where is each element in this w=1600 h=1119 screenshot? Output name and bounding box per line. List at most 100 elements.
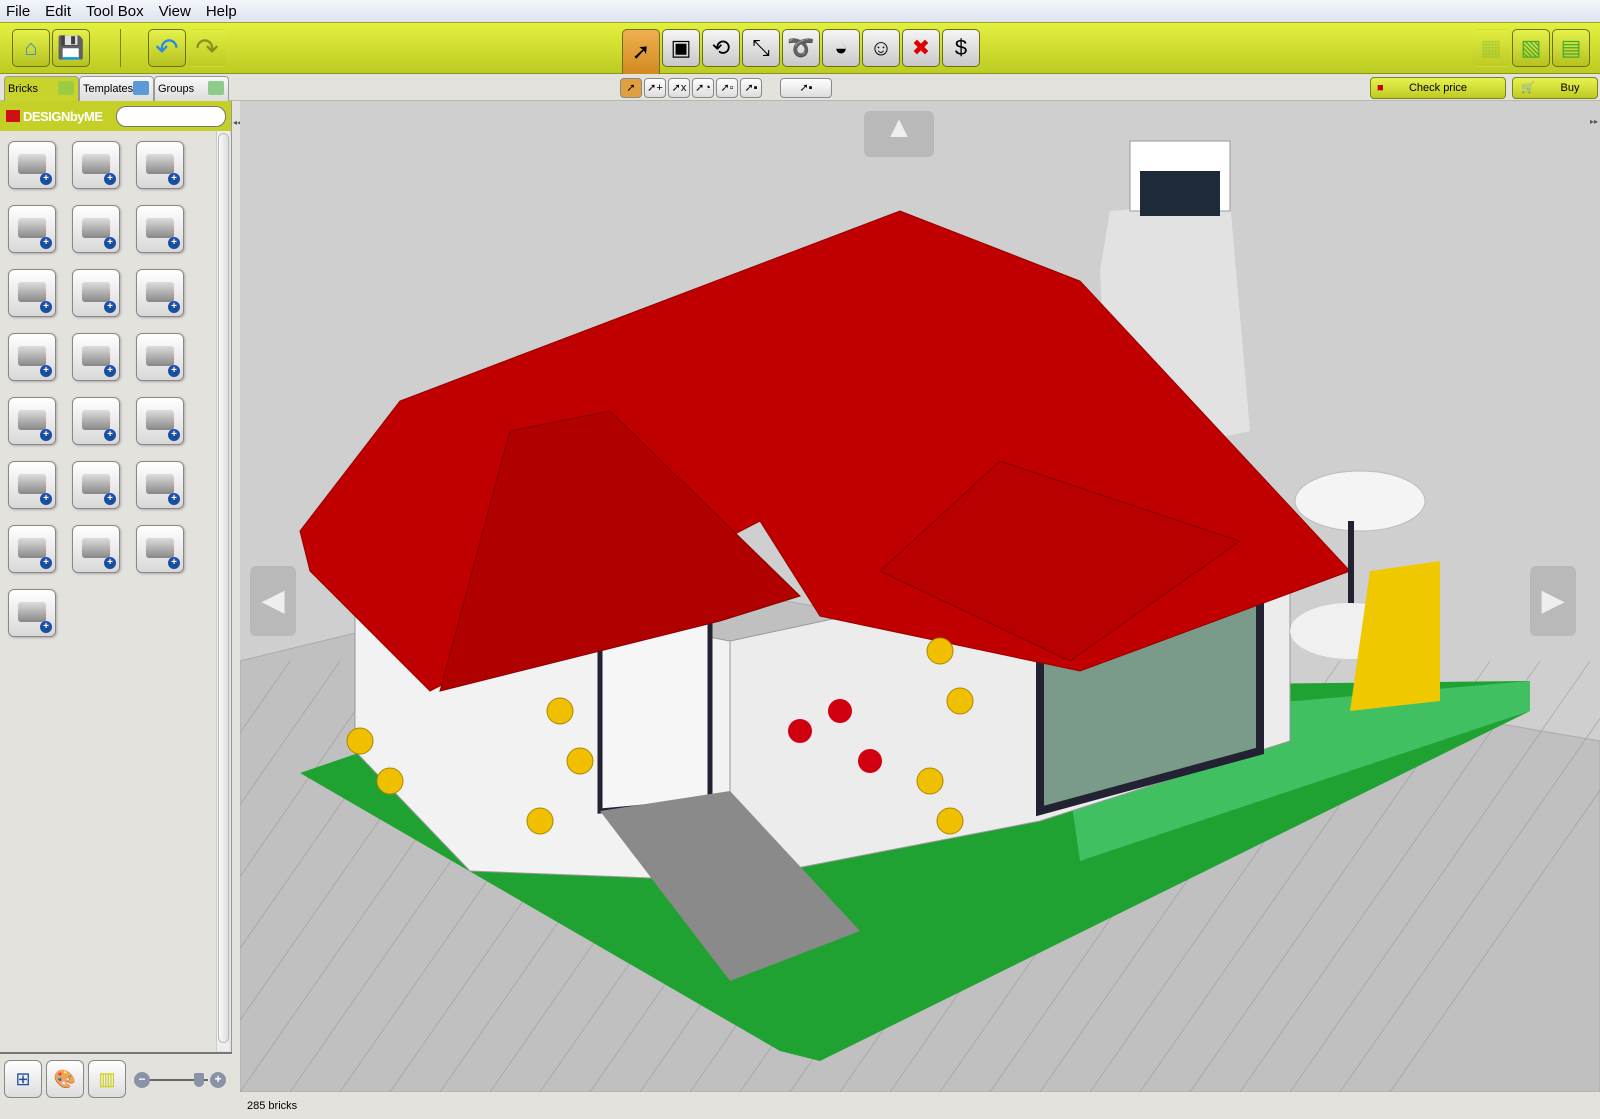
hinge-align-tool-button[interactable]: ⤡ (742, 29, 780, 67)
select-mode-button[interactable]: ➚x (668, 78, 690, 98)
yellow-flower (376, 767, 404, 795)
brick-category-cylinder[interactable]: + (136, 525, 184, 573)
select-mode-button[interactable]: ➚▪ (740, 78, 762, 98)
search-input[interactable] (116, 106, 226, 127)
plus-icon: + (168, 301, 180, 313)
add-model-button[interactable]: ⊞ (4, 1060, 42, 1098)
select-mode-button[interactable]: ➚+ (644, 78, 666, 98)
plus-icon: + (40, 621, 52, 633)
baseplate-icon (18, 602, 46, 622)
brick-icon (58, 81, 74, 95)
brick-category-baseplate[interactable]: + (8, 589, 56, 637)
menu-bar: File Edit Tool Box View Help (0, 0, 1600, 22)
menu-help[interactable]: Help (206, 3, 237, 20)
brick-category-plate-modified[interactable]: + (8, 333, 56, 381)
pan-left-button[interactable]: ◀ (250, 566, 296, 636)
plus-icon: + (168, 557, 180, 569)
brick-category-long-plate[interactable]: + (136, 269, 184, 317)
yellow-flower (936, 807, 964, 835)
red-flower (858, 749, 882, 773)
menu-file[interactable]: File (6, 3, 30, 20)
brick-category-door[interactable]: + (8, 397, 56, 445)
zoom-slider-thumb[interactable] (194, 1073, 205, 1087)
flex-tool-button[interactable]: ➰ (782, 29, 820, 67)
brick-category-minifig[interactable]: + (8, 461, 56, 509)
paint-bucket-tool-button[interactable]: ◒ (822, 29, 860, 67)
zoom-out-icon[interactable]: − (134, 1072, 150, 1088)
add-brick-tool-button[interactable]: ▣ (662, 29, 700, 67)
brick-category-wheel[interactable]: + (72, 397, 120, 445)
palette-scrollbar[interactable] (216, 131, 229, 1051)
price-tag-icon: ■ (1377, 82, 1384, 94)
brick-category-tool[interactable]: + (136, 397, 184, 445)
plus-icon: + (40, 301, 52, 313)
select-mode-icon: ➚+ (647, 82, 663, 94)
select-tool-button[interactable]: ➚ (622, 29, 660, 75)
plus-icon: + (104, 237, 116, 249)
brick-filter-button[interactable]: ▥ (88, 1060, 126, 1098)
menu-toolbox[interactable]: Tool Box (86, 3, 144, 20)
brick-category-plate[interactable]: + (72, 269, 120, 317)
plus-icon: + (40, 365, 52, 377)
select-group-button[interactable]: ➚▪ (780, 78, 832, 98)
view-mode-button[interactable]: ▧ (1512, 29, 1550, 67)
delete-icon: ✖ (911, 35, 931, 60)
zoom-in-icon[interactable]: + (210, 1072, 226, 1088)
yellow-flower (926, 637, 954, 665)
brick-category-tile[interactable]: + (72, 333, 120, 381)
technic-brick-icon (146, 154, 174, 174)
tab-bricks[interactable]: Bricks (4, 76, 79, 101)
plate-modified-icon (18, 346, 46, 366)
select-mode-button[interactable]: ➚▫ (716, 78, 738, 98)
tab-groups[interactable]: Groups (154, 76, 229, 101)
scrollbar-thumb[interactable] (218, 133, 229, 1043)
lego-logo (6, 110, 20, 122)
brick-category-long-brick[interactable]: + (8, 205, 56, 253)
collapse-right-icon[interactable]: ▸▸ (1590, 117, 1598, 135)
brick-category-round-brick[interactable]: + (72, 141, 120, 189)
clone-tool-button[interactable]: $ (942, 29, 980, 67)
undo-icon: ↶ (155, 32, 179, 64)
check-price-button[interactable]: ■ Check price (1370, 77, 1506, 99)
delete-tool-button[interactable]: ✖ (902, 29, 940, 67)
brick-category-technic-beam[interactable]: + (136, 461, 184, 509)
minifig-head-tool-button[interactable]: ☺ (862, 29, 900, 67)
undo-button[interactable]: ↶ (148, 29, 186, 67)
3d-viewport[interactable]: ▲ ◀ ▶ ▸▸ (240, 101, 1600, 1092)
redo-button[interactable]: ↷ (188, 29, 226, 67)
brick-category-tile-modified[interactable]: + (136, 333, 184, 381)
zoom-slider[interactable]: − + (134, 1072, 226, 1088)
hinge-tool-button[interactable]: ⟲ (702, 29, 740, 67)
home-button[interactable]: ⌂ (12, 29, 50, 67)
plus-icon: + (40, 237, 52, 249)
tab-templates[interactable]: Templates (79, 76, 154, 101)
plus-icon: + (40, 493, 52, 505)
plus-icon: + (168, 173, 180, 185)
paint-bucket-icon: ◒ (834, 35, 848, 60)
pan-right-button[interactable]: ▶ (1530, 566, 1576, 636)
brick-category-gear[interactable]: + (72, 525, 120, 573)
menu-view[interactable]: View (159, 3, 191, 20)
build-mode-button[interactable]: ▦ (1472, 29, 1510, 67)
brick-category-technic-brick[interactable]: + (136, 141, 184, 189)
brick-category-curved-slope[interactable]: + (136, 205, 184, 253)
pan-up-button[interactable]: ▲ (864, 111, 934, 157)
brick-category-arch[interactable]: + (8, 269, 56, 317)
save-button[interactable]: 💾 (52, 29, 90, 67)
palette-footer: ⊞ 🎨 ▥ − + (0, 1052, 232, 1119)
technic-beam-icon (146, 474, 174, 494)
menu-edit[interactable]: Edit (45, 3, 71, 20)
plus-icon: + (168, 429, 180, 441)
buy-button[interactable]: 🛒 Buy (1512, 77, 1598, 99)
brick-category-slope[interactable]: + (72, 205, 120, 253)
brick-category-brick[interactable]: + (8, 141, 56, 189)
plus-icon: + (40, 429, 52, 441)
building-guide-button[interactable]: ▤ (1552, 29, 1590, 67)
select-mode-button[interactable]: ➚◔ (692, 78, 714, 98)
hinge-icon: ⟲ (711, 35, 731, 60)
color-palette-button[interactable]: 🎨 (46, 1060, 84, 1098)
plus-icon: + (104, 365, 116, 377)
brick-category-minifig-head[interactable]: + (72, 461, 120, 509)
select-mode-button[interactable]: ➚ (620, 78, 642, 98)
brick-category-axle[interactable]: + (8, 525, 56, 573)
